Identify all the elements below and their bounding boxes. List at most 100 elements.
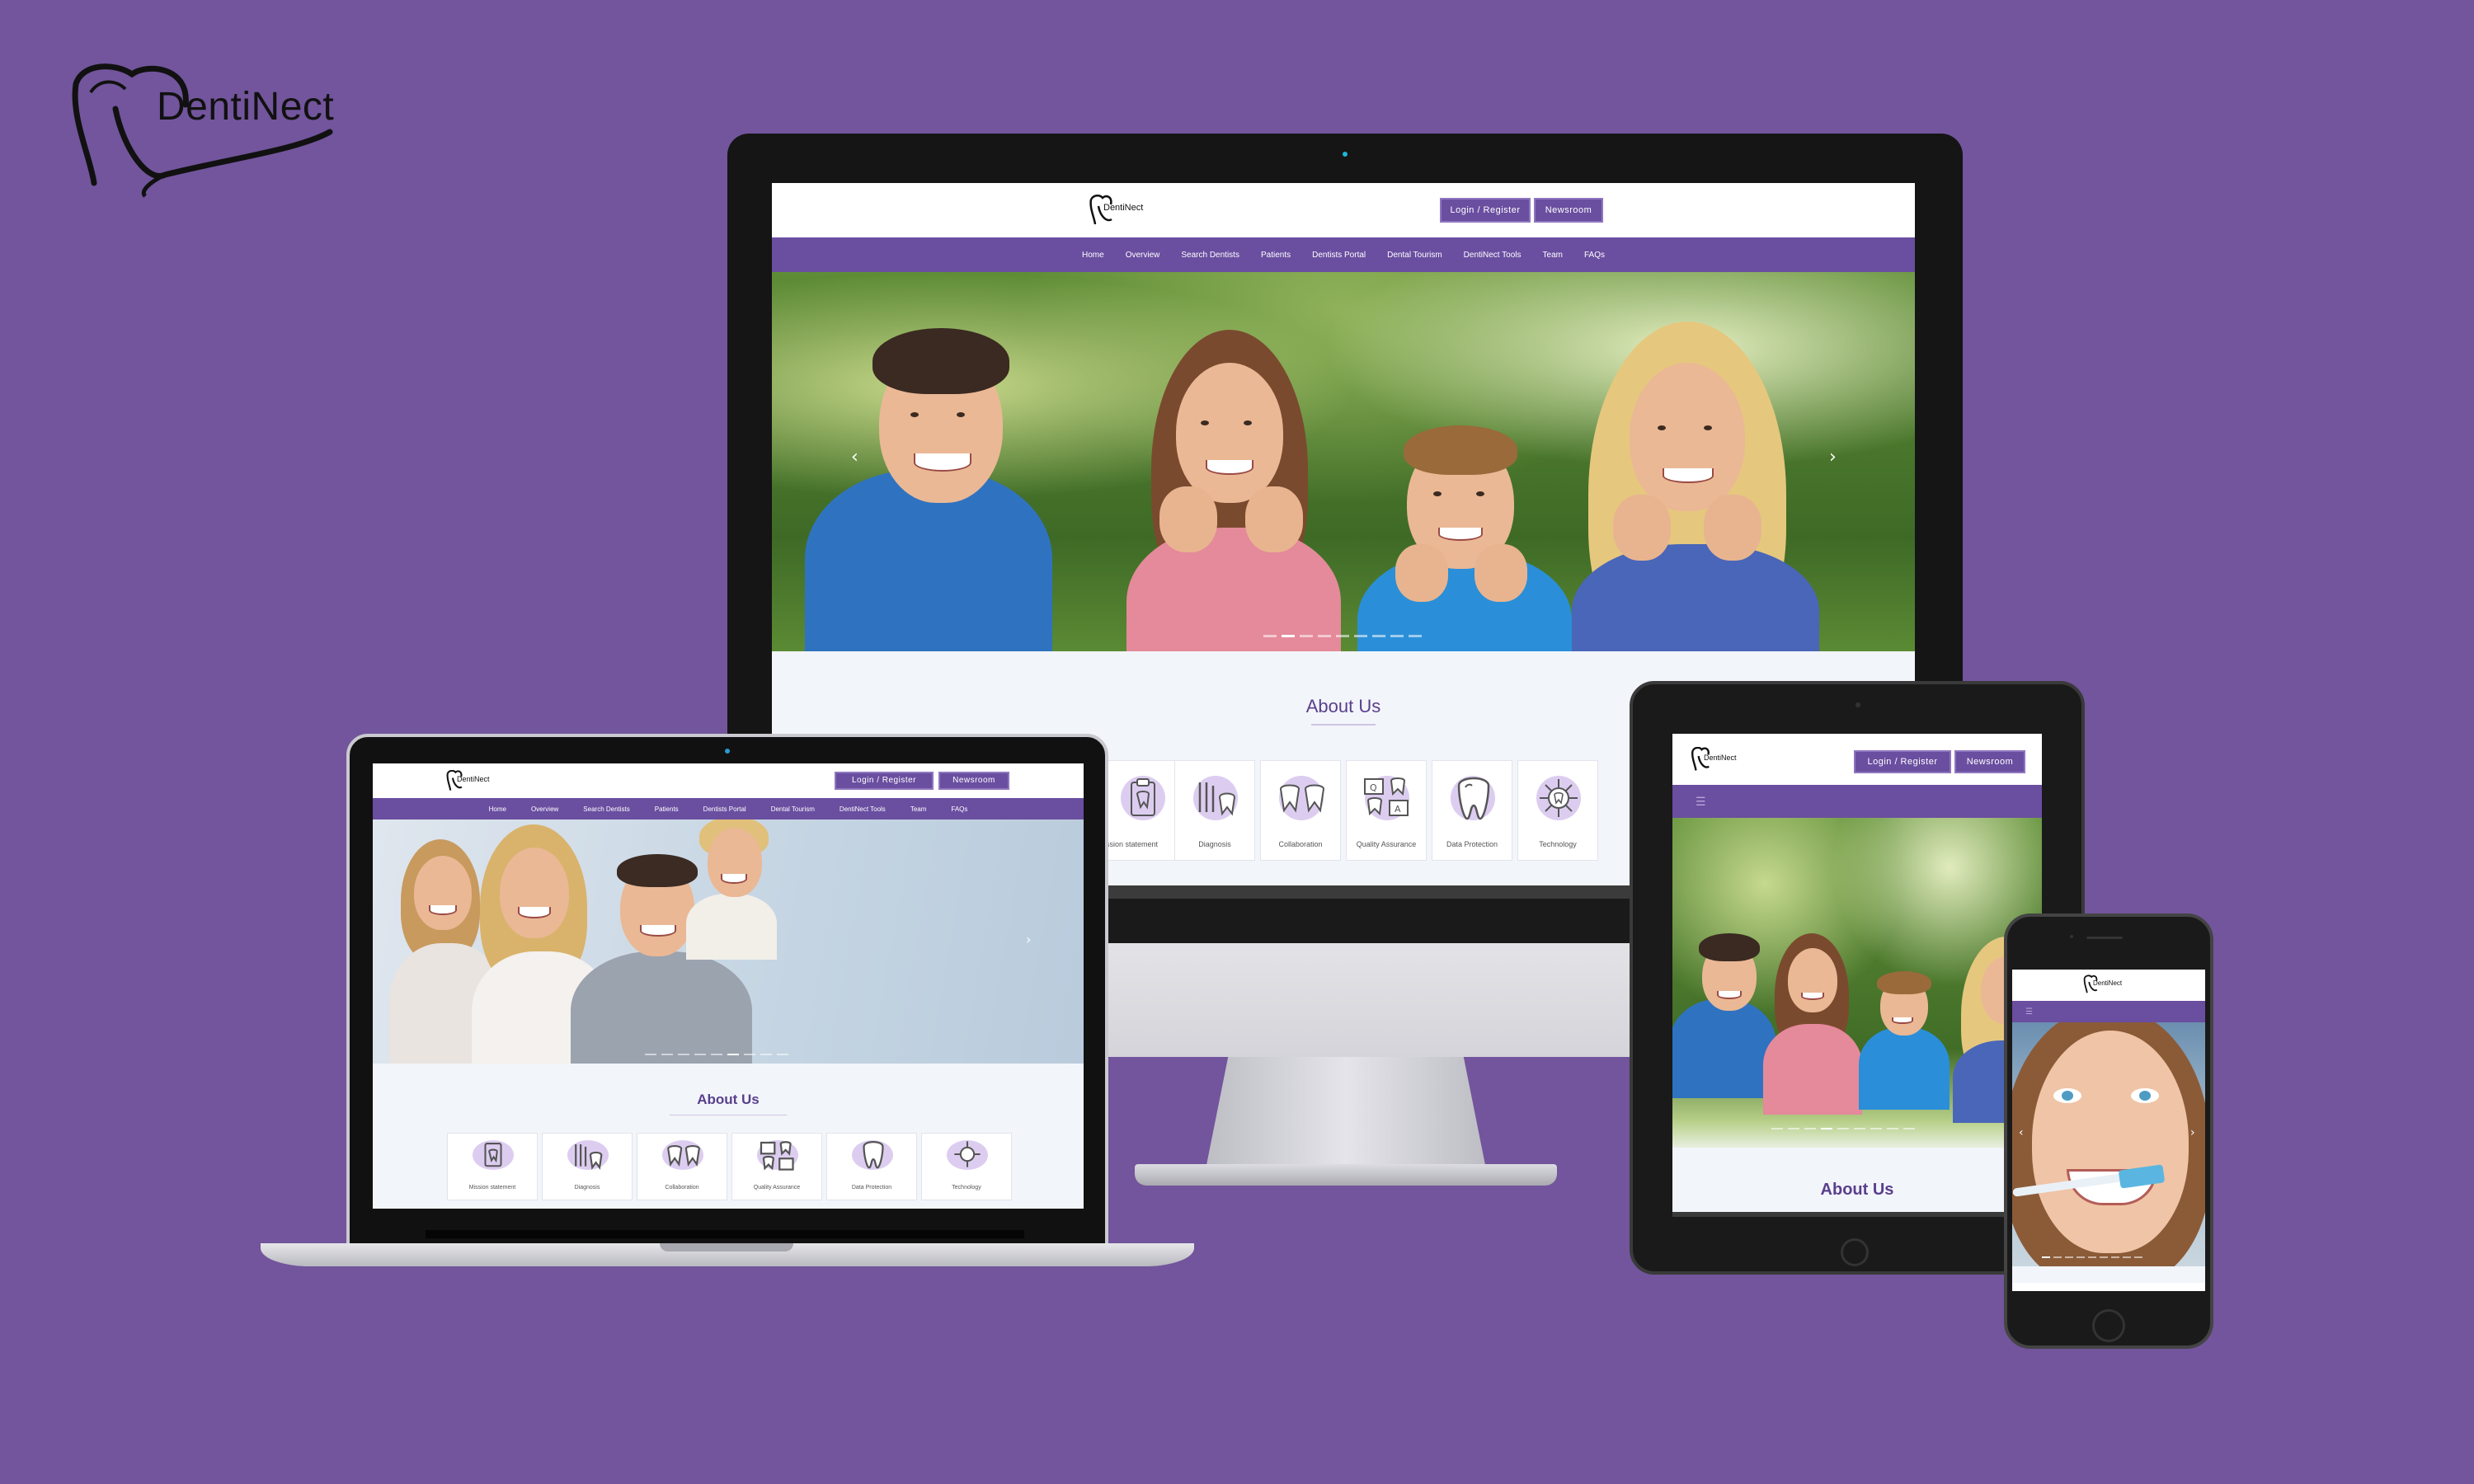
feature-card-technology[interactable]: Technology — [921, 1133, 1012, 1200]
login-register-button[interactable]: Login / Register — [1440, 198, 1531, 223]
monitor-camera — [1343, 152, 1348, 157]
main-nav: ☰ — [1672, 785, 2042, 818]
feature-card-collaboration[interactable]: Collaboration — [637, 1133, 727, 1200]
site-logo-text: DentiNect — [457, 775, 490, 783]
about-underline — [1311, 724, 1376, 726]
clipboard-tooth-icon — [1131, 778, 1155, 816]
nav-home[interactable]: Home — [1082, 251, 1104, 260]
site-logo-text: DentiNect — [1704, 754, 1737, 762]
hamburger-menu-icon[interactable]: ☰ — [2025, 1007, 2033, 1017]
phone-speaker — [2086, 937, 2123, 939]
clipboard-tooth-icon — [484, 1143, 502, 1167]
feature-card-mission[interactable]: ssion statement — [1102, 760, 1183, 861]
brand-name: DentiNect — [157, 85, 335, 129]
site-header: DentiNect Login / Register Newsroom — [373, 763, 1084, 798]
tablet-screen: DentiNect Login / Register Newsroom ☰ Ab… — [1672, 734, 2042, 1212]
nav-overview[interactable]: Overview — [531, 805, 558, 813]
feature-card-mission[interactable]: Mission statement — [447, 1133, 538, 1200]
chevron-right-icon[interactable]: › — [2190, 1126, 2195, 1139]
feature-card-quality[interactable]: QA Quality Assurance — [1346, 760, 1427, 861]
feature-card-diagnosis[interactable]: Diagnosis — [1174, 760, 1255, 861]
phone-home-button[interactable] — [2092, 1309, 2125, 1342]
feature-label: Data Protection — [851, 1185, 892, 1190]
feature-card-data-protection[interactable]: Data Protection — [1432, 760, 1512, 861]
newsroom-button[interactable]: Newsroom — [1534, 198, 1603, 223]
hero-carousel[interactable]: › — [373, 819, 1084, 1064]
feature-label: Collaboration — [1278, 840, 1323, 848]
laptop-notch — [660, 1243, 793, 1252]
feature-card-quality[interactable]: Quality Assurance — [731, 1133, 822, 1200]
tablet-home-button[interactable] — [1841, 1238, 1869, 1266]
nav-dentists-portal[interactable]: Dentists Portal — [1312, 251, 1366, 260]
nav-faqs[interactable]: FAQs — [1584, 251, 1605, 260]
nav-home[interactable]: Home — [489, 805, 506, 813]
main-nav: Home Overview Search Dentists Patients D… — [373, 798, 1084, 819]
site-logo[interactable]: DentiNect — [1691, 746, 1748, 775]
laptop-screen-bottom — [426, 1230, 1024, 1238]
nav-search-dentists[interactable]: Search Dentists — [1181, 251, 1239, 260]
chevron-left-icon[interactable]: ‹ — [851, 447, 858, 467]
site-header: DentiNect Login / Register Newsroom — [772, 183, 1915, 237]
feature-card-collaboration[interactable]: Collaboration — [1260, 760, 1341, 861]
site-logo[interactable]: DentiNect — [2083, 974, 2141, 998]
svg-text:Q: Q — [1370, 782, 1377, 793]
nav-dentists-portal[interactable]: Dentists Portal — [703, 805, 746, 813]
nav-patients[interactable]: Patients — [1261, 251, 1291, 260]
main-nav: Home Overview Search Dentists Patients D… — [772, 237, 1915, 272]
tooth-shield-icon — [863, 1140, 884, 1169]
quality-qa-icon: QA — [1364, 777, 1409, 816]
feature-card-diagnosis[interactable]: Diagnosis — [542, 1133, 633, 1200]
nav-dental-tourism[interactable]: Dental Tourism — [1387, 251, 1442, 260]
tablet-screen-footer — [1672, 1212, 2042, 1217]
feature-label: Quality Assurance — [1356, 840, 1417, 848]
site-logo[interactable]: DentiNect — [1089, 195, 1146, 228]
newsroom-button[interactable]: Newsroom — [1954, 750, 2025, 773]
nav-overview[interactable]: Overview — [1126, 251, 1160, 260]
carousel-indicators[interactable] — [1771, 1128, 1915, 1129]
hero-carousel[interactable]: ‹ › — [2012, 1022, 2205, 1266]
nav-dentinect-tools[interactable]: DentiNect Tools — [1464, 251, 1522, 260]
nav-dental-tourism[interactable]: Dental Tourism — [771, 805, 815, 813]
feature-label: Collaboration — [665, 1185, 699, 1190]
newsroom-button[interactable]: Newsroom — [938, 772, 1009, 790]
dental-tools-icon — [575, 1144, 603, 1170]
login-register-button[interactable]: Login / Register — [835, 772, 934, 790]
chevron-left-icon[interactable]: ‹ — [2019, 1126, 2024, 1139]
nav-faqs[interactable]: FAQs — [951, 805, 967, 813]
feature-label: Technology — [1539, 840, 1577, 848]
chevron-right-icon[interactable]: › — [1026, 932, 1031, 947]
carousel-indicators[interactable] — [1263, 635, 1422, 637]
phone-screen: DentiNect ☰ ‹ › — [2012, 970, 2205, 1291]
feature-label: Diagnosis — [574, 1185, 600, 1190]
teeth-pair-icon — [667, 1145, 700, 1167]
site-logo[interactable]: DentiNect — [445, 769, 503, 793]
tech-chip-icon — [1540, 779, 1578, 817]
nav-team[interactable]: Team — [910, 805, 927, 813]
about-us-heading: About Us — [697, 1092, 760, 1107]
laptop-camera — [725, 749, 730, 754]
hero-carousel[interactable]: ‹ › — [772, 272, 1915, 651]
about-us-heading: About Us — [1820, 1181, 1894, 1199]
nav-dentinect-tools[interactable]: DentiNect Tools — [840, 805, 886, 813]
nav-search-dentists[interactable]: Search Dentists — [583, 805, 629, 813]
carousel-indicators[interactable] — [645, 1054, 788, 1055]
carousel-indicators[interactable] — [2042, 1256, 2142, 1258]
login-register-button[interactable]: Login / Register — [1854, 750, 1951, 773]
hamburger-menu-icon[interactable]: ☰ — [1696, 795, 1706, 809]
chevron-right-icon[interactable]: › — [1829, 447, 1837, 467]
tablet-camera — [1856, 702, 1860, 707]
nav-team[interactable]: Team — [1543, 251, 1563, 260]
site-header: DentiNect — [2012, 970, 2205, 1001]
feature-label: Diagnosis — [1198, 840, 1231, 848]
feature-label: Data Protection — [1446, 840, 1498, 848]
monitor-stand-neck — [1206, 1057, 1486, 1169]
feature-card-data-protection[interactable]: Data Protection — [826, 1133, 917, 1200]
teeth-pair-icon — [1279, 784, 1325, 813]
quality-qa-icon — [760, 1141, 794, 1171]
monitor-stand-foot — [1135, 1164, 1557, 1186]
nav-patients[interactable]: Patients — [655, 805, 679, 813]
hero-carousel[interactable] — [1672, 818, 2042, 1148]
feature-card-technology[interactable]: Technology — [1517, 760, 1598, 861]
feature-label: ssion statement — [1106, 840, 1159, 848]
feature-label: Mission statement — [468, 1185, 516, 1190]
